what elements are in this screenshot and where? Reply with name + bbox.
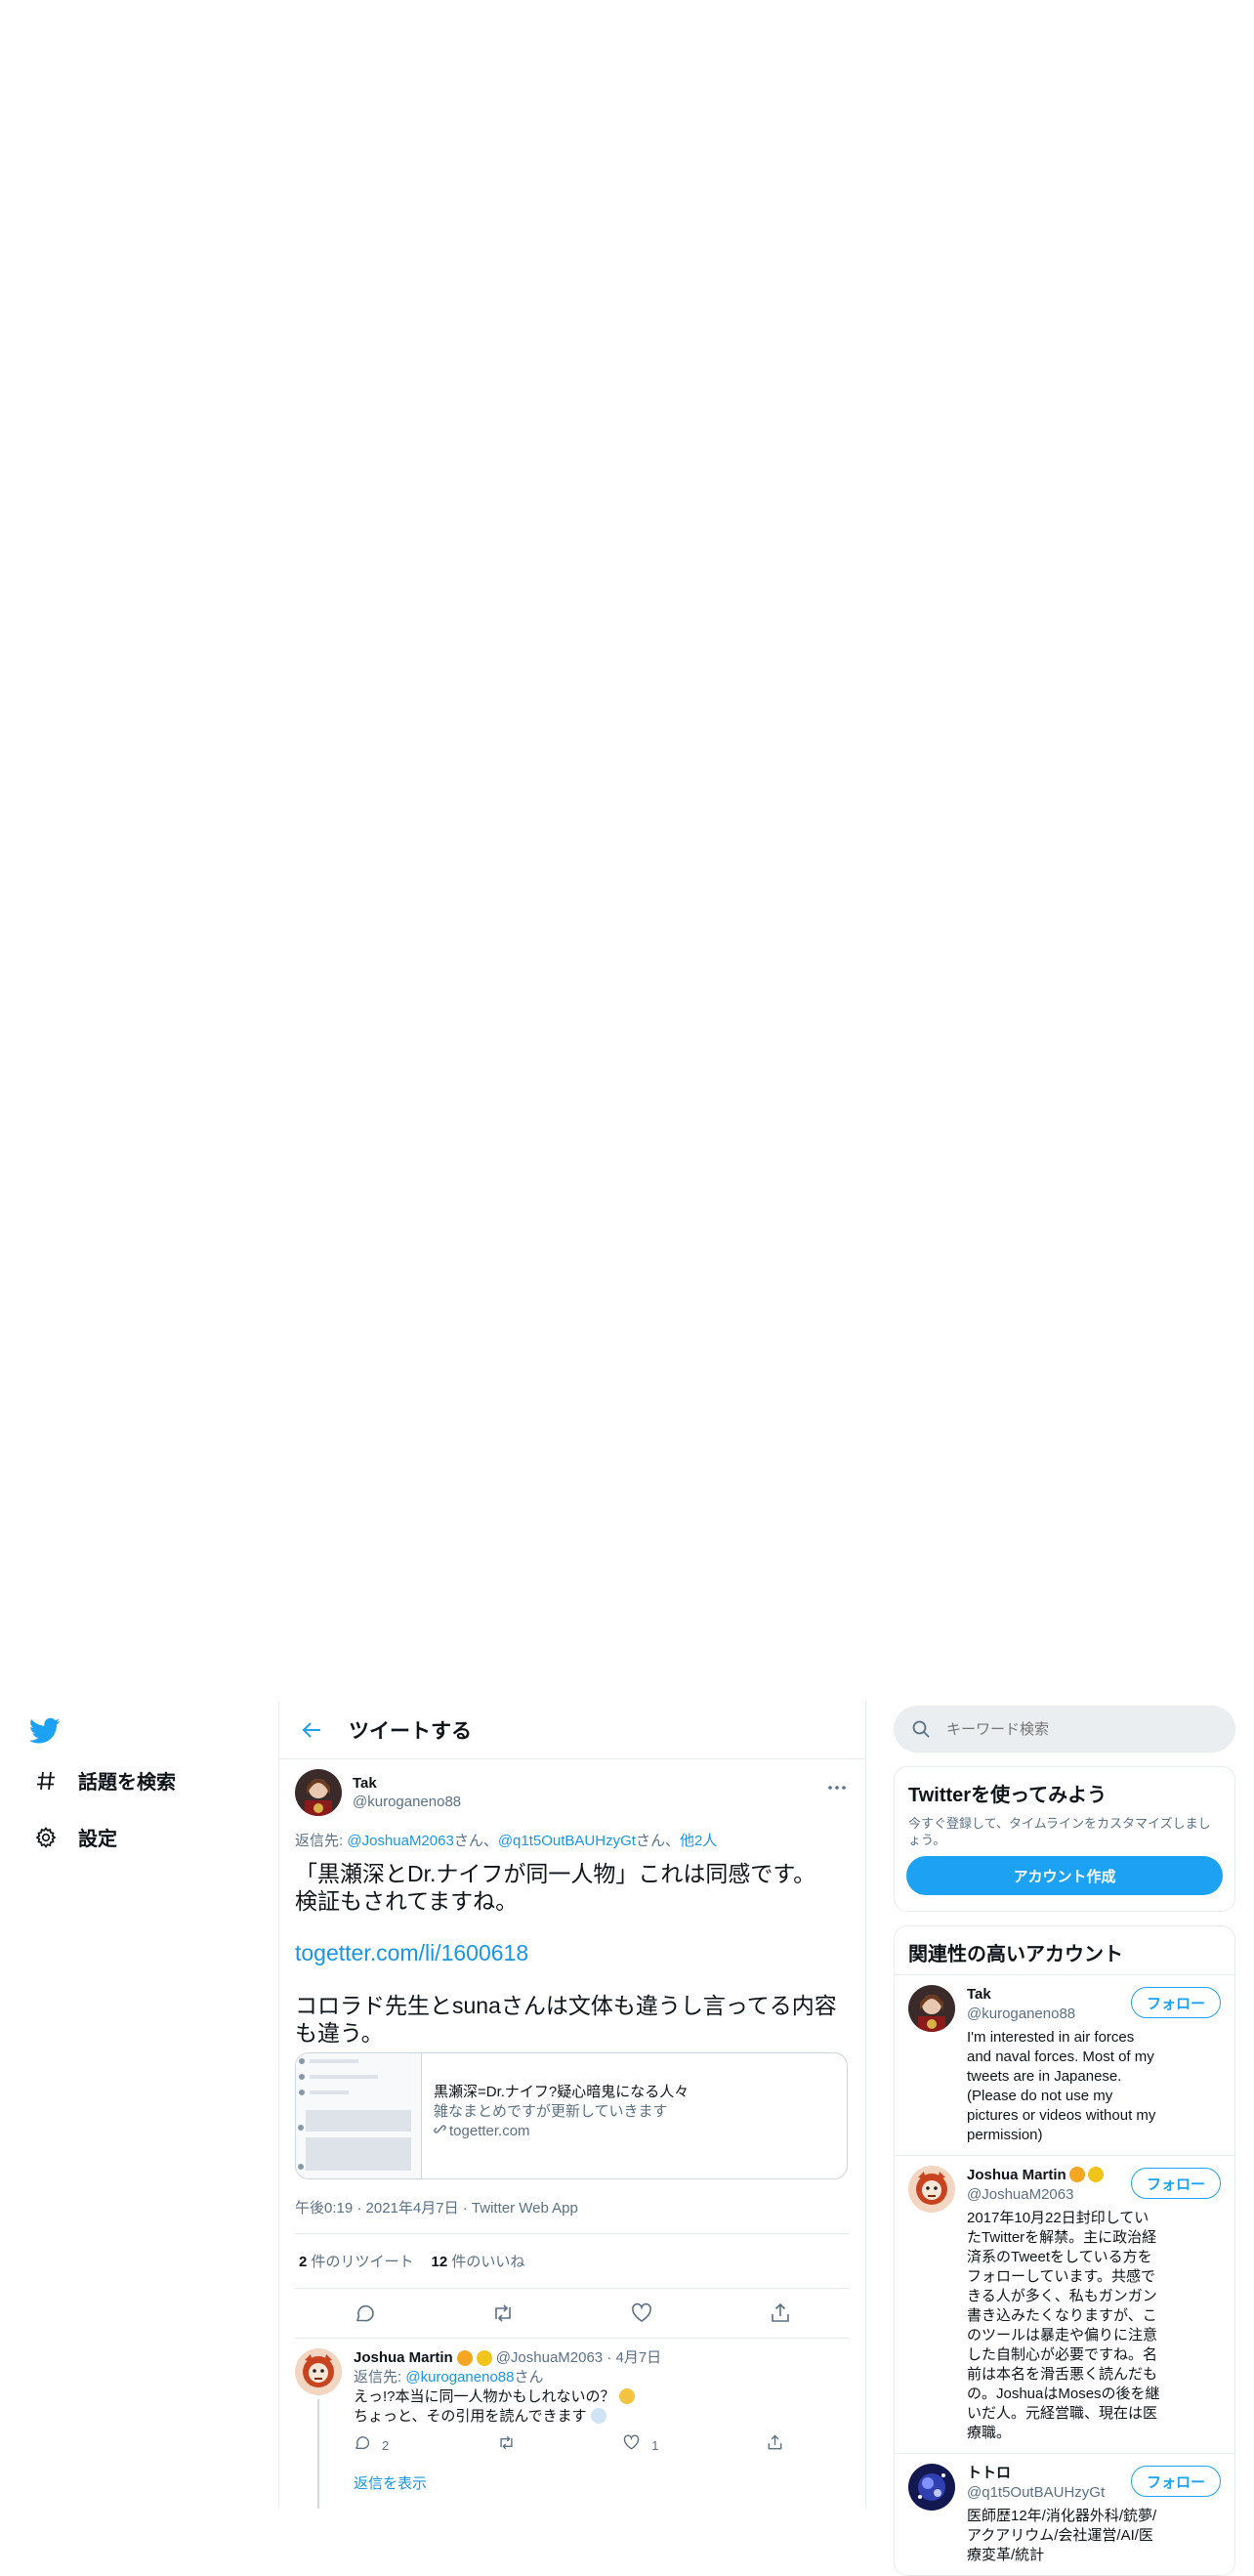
show-replies-link[interactable]: 返信を表示 xyxy=(354,2474,850,2494)
signup-box: Twitterを使ってみよう 今すぐ登録して、タイムラインをカスタマイズしましょ… xyxy=(894,1766,1235,1912)
related-accounts-box: 関連性の高いアカウント Tak @kuroganeno88 I'm intere… xyxy=(894,1925,1235,2576)
reply-author-name[interactable]: Joshua Martin xyxy=(354,2348,453,2368)
tweet-meta: 午後0:19 · 2021年4月7日 · Twitter Web App xyxy=(295,2197,850,2234)
reply-count: 2 xyxy=(382,2437,390,2453)
retweet-label: 件のリツイート xyxy=(307,2254,414,2270)
card-thumbnail xyxy=(296,2053,422,2178)
tweet-text: 「黒瀬深とDr.ナイフが同一人物」これは同感です。 検証もされてますね。 xyxy=(295,1861,816,1914)
account-item[interactable]: トトロ @q1t5OutBAUHzyGt 医師歴12年/消化器外科/銃夢/アクア… xyxy=(895,2453,1234,2575)
avatar[interactable] xyxy=(908,2166,955,2213)
reply-handle-date[interactable]: @JoshuaM2063 · 4月7日 xyxy=(496,2348,661,2368)
tweet-actions xyxy=(295,2289,850,2339)
signup-title: Twitterを使ってみよう xyxy=(908,1785,1108,1806)
card-domain: togetter.com xyxy=(449,2123,530,2139)
tweet-link[interactable]: togetter.com/li/1600618 xyxy=(295,1940,850,1966)
reply-icon[interactable] xyxy=(352,2301,377,2326)
share-icon[interactable] xyxy=(768,2301,793,2326)
follow-button[interactable]: フォロー xyxy=(1130,2168,1221,2199)
like-count: 1 xyxy=(651,2437,659,2453)
nav-explore[interactable]: 話題を検索 xyxy=(33,1766,176,1795)
like-icon xyxy=(623,2434,640,2457)
tweet-text-2: コロラド先生とsunaさんは文体も違うし言ってる内容も違う。 xyxy=(295,1993,837,2046)
reply-text-line1: えっ!?本当に同一人物かもしれないの？ xyxy=(354,2388,615,2405)
account-bio: 医師歴12年/消化器外科/銃夢/アクアリウム/会社運営/AI/医療変革/統計 xyxy=(967,2508,1157,2563)
author-name[interactable]: Tak xyxy=(353,1775,461,1792)
face-emoji-icon xyxy=(476,2350,492,2366)
reply-user-link[interactable]: @q1t5OutBAUHzyGt xyxy=(498,1833,636,1849)
card-title: 黒瀬深=Dr.ナイフ?疑心暗鬼になる人々 xyxy=(434,2084,690,2100)
reply-tweet[interactable]: Joshua Martin @JoshuaM2063 · 4月7日 返信先: @… xyxy=(279,2339,865,2509)
page-header: ツイートする xyxy=(279,1702,865,1759)
like-icon[interactable] xyxy=(629,2301,654,2326)
dash-emoji-icon xyxy=(590,2408,606,2424)
thinking-emoji-icon xyxy=(618,2388,635,2404)
card-description: 雑なまとめですが更新していきます xyxy=(434,2103,668,2120)
retweet-stat[interactable]: 2 件のリツイート xyxy=(299,2251,414,2271)
account-item[interactable]: Tak @kuroganeno88 I'm interested in air … xyxy=(895,1974,1234,2155)
avatar[interactable] xyxy=(295,1769,342,1816)
main-tweet: Tak @kuroganeno88 返信先: @JoshuaM2063さん、@q… xyxy=(279,1759,865,2339)
retweet-icon xyxy=(497,2434,516,2457)
account-name-text: Joshua Martin xyxy=(967,2167,1066,2183)
face-emoji-icon xyxy=(1068,2167,1085,2182)
related-title: 関連性の高いアカウント xyxy=(908,1944,1123,1965)
reply-share-button[interactable] xyxy=(767,2434,783,2457)
like-stat[interactable]: 12 件のいいね xyxy=(432,2251,525,2271)
reply-retweet-button[interactable] xyxy=(497,2434,516,2457)
search-input[interactable] xyxy=(944,1719,1212,1739)
reply-actions: 2 1 xyxy=(354,2434,783,2457)
right-sidebar: Twitterを使ってみよう 今すぐ登録して、タイムラインをカスタマイズしましょ… xyxy=(894,1702,1235,2576)
reply-sep: さん、 xyxy=(635,1833,680,1849)
face-emoji-icon xyxy=(1087,2167,1104,2182)
reply-others-link[interactable]: 他2人 xyxy=(680,1833,717,1849)
avatar[interactable] xyxy=(295,2348,342,2395)
signup-description: 今すぐ登録して、タイムラインをカスタマイズしましょう。 xyxy=(908,1816,1211,1847)
face-emoji-icon xyxy=(456,2350,473,2366)
reply-to: 返信先: @kuroganeno88さん xyxy=(354,2368,850,2387)
avatar[interactable] xyxy=(908,1985,955,2032)
nav-settings[interactable]: 設定 xyxy=(33,1823,117,1851)
search-icon xyxy=(911,1719,931,1739)
reply-icon xyxy=(354,2434,370,2457)
reply-sep: さん、 xyxy=(453,1833,498,1849)
tweet-stats: 2 件のリツイート 12 件のいいね xyxy=(295,2234,850,2289)
page-title: ツイートする xyxy=(349,1720,472,1743)
hashtag-icon xyxy=(33,1768,59,1794)
thread-line xyxy=(317,2399,319,2509)
reply-reply-button[interactable]: 2 xyxy=(354,2434,389,2457)
avatar[interactable] xyxy=(908,2464,955,2511)
reply-to: 返信先: @JoshuaM2063さん、@q1t5OutBAUHzyGtさん、他… xyxy=(295,1830,850,1850)
more-icon[interactable] xyxy=(828,1777,846,1795)
reply-prefix: 返信先: xyxy=(354,2369,406,2386)
main-column: ツイートする Tak @kuroganeno88 返信先: @JoshuaM20… xyxy=(278,1702,866,2509)
nav-settings-label: 設定 xyxy=(78,1829,117,1850)
author-handle[interactable]: @kuroganeno88 xyxy=(353,1794,461,1810)
reply-prefix: 返信先: xyxy=(295,1833,348,1849)
account-item[interactable]: Joshua Martin @JoshuaM2063 2017年10月22日封印… xyxy=(895,2155,1234,2453)
retweet-icon[interactable] xyxy=(490,2301,516,2326)
account-bio: 2017年10月22日封印していたTwitterを解禁。主に政治経済系のTwee… xyxy=(967,2210,1160,2441)
search-box[interactable] xyxy=(894,1706,1235,1753)
account-bio: I'm interested in air forces and naval f… xyxy=(967,2029,1156,2143)
reply-user-link[interactable]: @kuroganeno88 xyxy=(405,2369,514,2386)
share-icon xyxy=(767,2434,783,2457)
follow-button[interactable]: フォロー xyxy=(1130,2466,1221,2497)
reply-user-link[interactable]: @JoshuaM2063 xyxy=(347,1833,453,1849)
create-account-button[interactable]: アカウント作成 xyxy=(906,1856,1223,1895)
twitter-bird-icon[interactable] xyxy=(28,1717,61,1745)
gear-icon xyxy=(33,1825,59,1850)
link-card[interactable]: 黒瀬深=Dr.ナイフ?疑心暗鬼になる人々 雑なまとめですが更新していきます to… xyxy=(295,2052,848,2179)
link-icon xyxy=(434,2122,446,2141)
follow-button[interactable]: フォロー xyxy=(1130,1987,1221,2018)
like-label: 件のいいね xyxy=(447,2254,525,2270)
back-arrow-icon[interactable] xyxy=(299,1717,324,1743)
nav-explore-label: 話題を検索 xyxy=(78,1772,176,1794)
reply-like-button[interactable]: 1 xyxy=(623,2434,658,2457)
reply-text-line2: ちょっと、その引用を読んできます xyxy=(354,2408,587,2425)
like-count: 12 xyxy=(431,2254,448,2270)
reply-suffix: さん xyxy=(514,2369,544,2386)
